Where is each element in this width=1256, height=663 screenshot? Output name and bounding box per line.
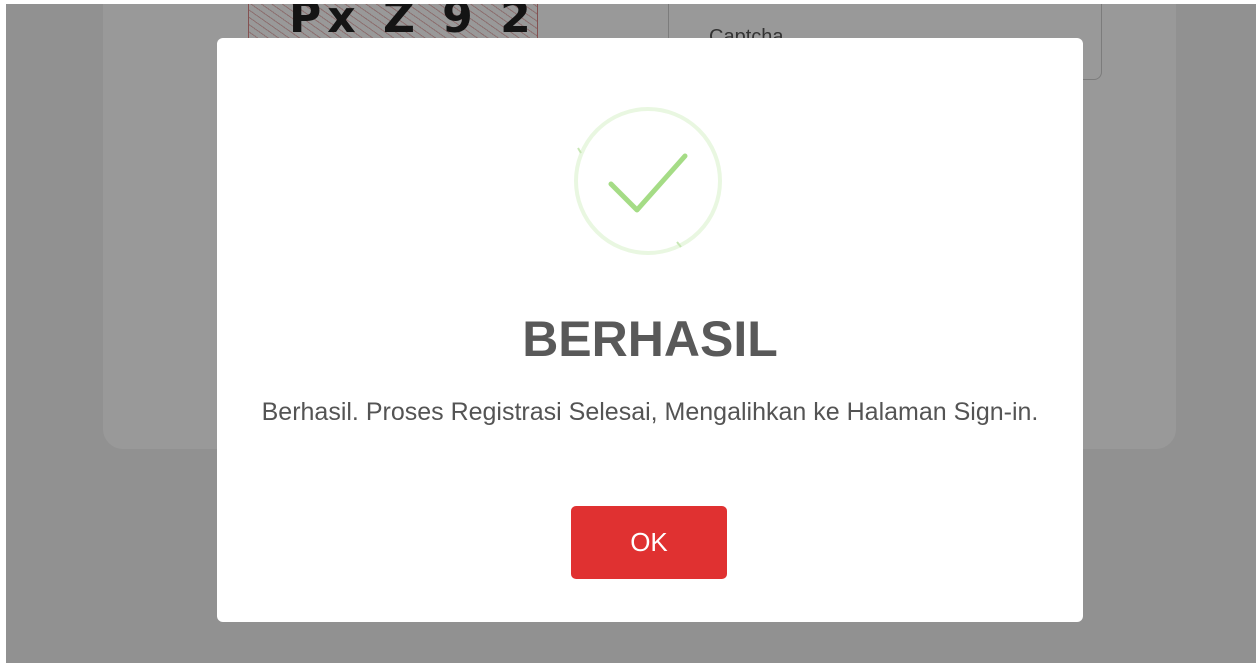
dialog-message: Berhasil. Proses Registrasi Selesai, Men… <box>261 398 1039 426</box>
dialog-title: BERHASIL <box>522 311 778 367</box>
checkmark-success-icon <box>573 106 723 256</box>
ok-button[interactable]: OK <box>571 506 727 579</box>
success-dialog: BERHASIL Berhasil. Proses Registrasi Sel… <box>217 38 1083 622</box>
